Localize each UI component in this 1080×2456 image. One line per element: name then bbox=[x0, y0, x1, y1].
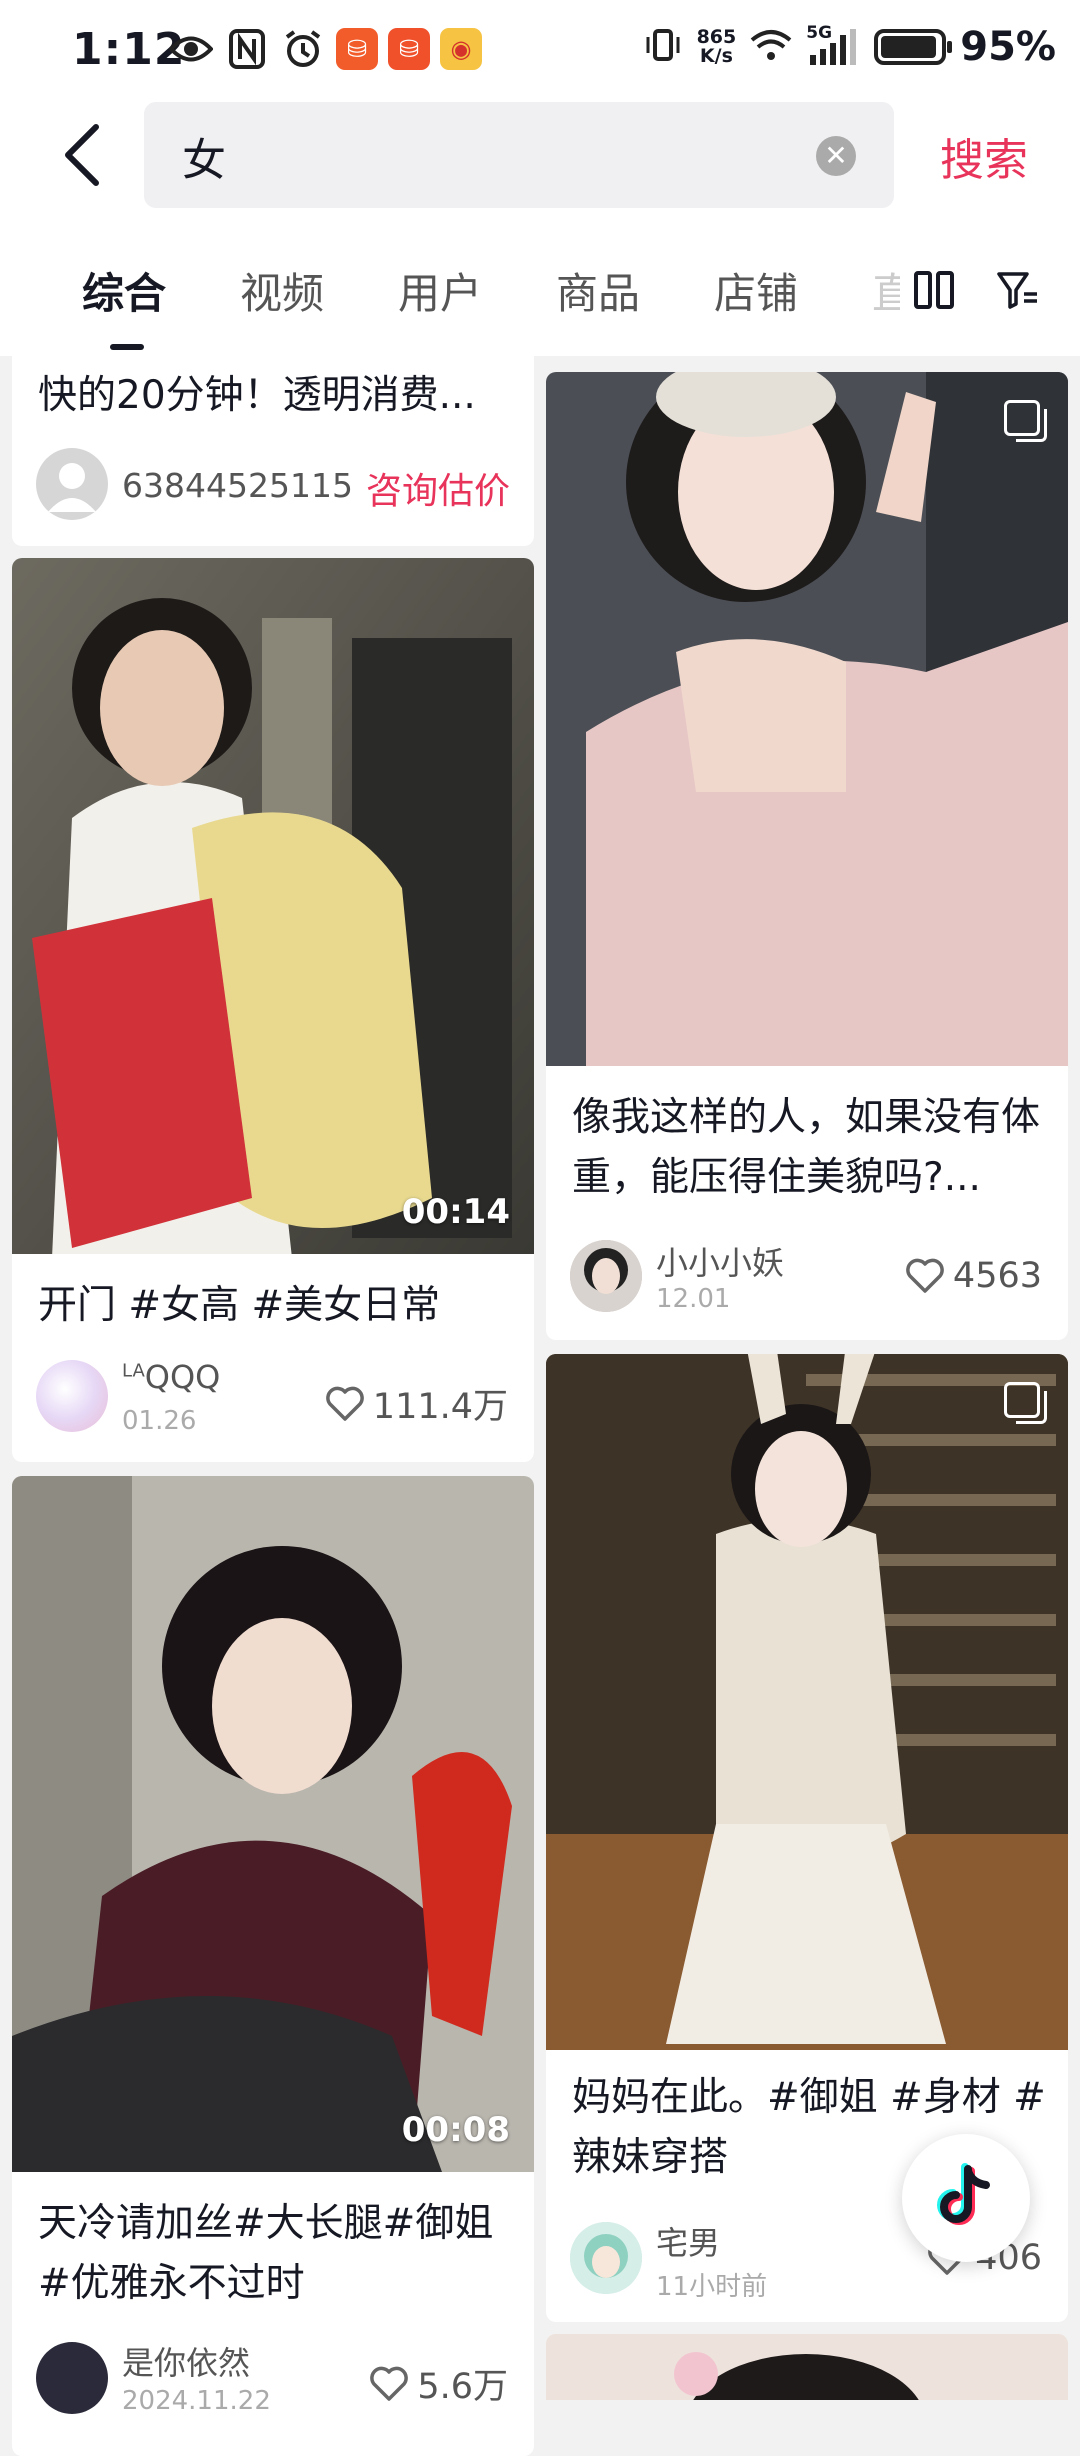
active-tab-indicator bbox=[110, 344, 144, 350]
card-title: 开门 #女高 #美女日常 bbox=[38, 1283, 441, 1328]
card-title: 天冷请加丝#大长腿#御姐#优雅永不过时 bbox=[38, 2201, 494, 2306]
battery-percent: 95% bbox=[960, 24, 1056, 70]
avatar[interactable] bbox=[36, 448, 108, 520]
feed-card-ad[interactable]: 快的20分钟！透明消费... 63844525115 咨询估价 bbox=[12, 356, 534, 546]
video-thumbnail[interactable]: 00:14 bbox=[12, 558, 534, 1254]
heart-icon bbox=[906, 1258, 944, 1293]
video-duration: 00:08 bbox=[401, 2110, 510, 2150]
like-count: 4563 bbox=[952, 1256, 1042, 1296]
avatar[interactable] bbox=[570, 2222, 642, 2294]
tab-general[interactable]: 综合 bbox=[82, 260, 166, 321]
wifi-icon bbox=[750, 28, 792, 66]
filter-icon bbox=[997, 272, 1037, 309]
status-bar: 1:12 ⛁ ⛁ ◉ 865 K/s 5G 95% bbox=[0, 0, 1080, 100]
card-date: 11小时前 bbox=[656, 2272, 768, 2302]
video-duration: 00:14 bbox=[401, 1192, 510, 1232]
avatar[interactable] bbox=[36, 2342, 108, 2414]
search-tabs: 综合 视频 用户 商品 店铺 直 bbox=[0, 210, 1080, 356]
search-header: ✕ 搜索 bbox=[0, 100, 1080, 210]
search-submit-button[interactable]: 搜索 bbox=[940, 124, 1028, 188]
avatar[interactable] bbox=[36, 1360, 108, 1432]
like-button[interactable]: 5.6万 bbox=[369, 2358, 508, 2409]
avatar[interactable] bbox=[570, 1240, 642, 1312]
eye-icon bbox=[168, 26, 214, 72]
card-title: 像我这样的人，如果没有体重，能压得住美貌吗?... bbox=[572, 1095, 1041, 1200]
like-count: 111.4万 bbox=[372, 1387, 508, 1427]
heart-icon bbox=[370, 2366, 409, 2401]
card-author[interactable]: LAQQQ bbox=[122, 1358, 220, 1396]
feed-card-video[interactable]: 00:08 天冷请加丝#大长腿#御姐#优雅永不过时 是你依然 2024.11.2… bbox=[12, 1476, 534, 2456]
douyin-float-button[interactable] bbox=[902, 2134, 1030, 2262]
card-author[interactable]: 63844525115 bbox=[122, 466, 353, 505]
feed-card-video[interactable]: 00:14 开门 #女高 #美女日常 LAQQQ 01.26 111.4万 bbox=[12, 558, 534, 1462]
status-notification-icons: ⛁ ⛁ ◉ bbox=[168, 26, 482, 72]
tab-videos[interactable]: 视频 bbox=[240, 260, 324, 321]
battery-icon bbox=[874, 29, 953, 65]
nfc-icon bbox=[224, 26, 270, 72]
image-thumbnail[interactable] bbox=[546, 372, 1068, 1066]
search-input[interactable] bbox=[180, 102, 744, 210]
back-button[interactable] bbox=[52, 120, 112, 190]
multi-image-icon bbox=[1004, 1382, 1047, 1424]
weibo-icon: ◉ bbox=[440, 28, 482, 70]
card-author[interactable]: 宅男 bbox=[656, 2218, 720, 2264]
like-count: 5.6万 bbox=[417, 2367, 508, 2407]
vibrate-icon bbox=[643, 25, 683, 69]
image-thumbnail[interactable] bbox=[546, 1354, 1068, 2050]
card-author[interactable]: 是你依然 bbox=[122, 2338, 250, 2384]
heart-icon bbox=[326, 1386, 364, 1421]
feed-card-gallery[interactable]: 像我这样的人，如果没有体重，能压得住美貌吗?... 小小小妖 12.01 456… bbox=[546, 372, 1068, 1340]
multi-image-icon bbox=[1004, 400, 1047, 442]
tab-products[interactable]: 商品 bbox=[556, 260, 640, 321]
image-thumbnail[interactable] bbox=[546, 2334, 1068, 2400]
consult-button[interactable]: 咨询估价 bbox=[366, 462, 510, 514]
tab-overflow[interactable]: 直 bbox=[872, 260, 900, 321]
clear-icon[interactable]: ✕ bbox=[816, 136, 856, 176]
video-thumbnail[interactable]: 00:08 bbox=[12, 1476, 534, 2172]
layout-toggle-button[interactable] bbox=[906, 262, 962, 318]
net-speed: 865 K/s bbox=[696, 26, 737, 67]
alarm-icon bbox=[280, 26, 326, 72]
douyin-logo-icon bbox=[937, 2163, 990, 2225]
back-arrow-icon bbox=[65, 124, 99, 186]
card-author[interactable]: 小小小妖 bbox=[656, 1238, 784, 1284]
card-date: 2024.11.22 bbox=[122, 2386, 271, 2416]
like-button[interactable]: 111.4万 bbox=[325, 1378, 508, 1429]
tab-shops[interactable]: 店铺 bbox=[714, 260, 798, 321]
tab-users[interactable]: 用户 bbox=[398, 260, 482, 321]
app-notification-icon: ⛁ bbox=[336, 28, 378, 70]
card-title: 快的20分钟！透明消费... bbox=[38, 373, 476, 418]
card-date: 01.26 bbox=[122, 1406, 197, 1436]
filter-button[interactable] bbox=[990, 262, 1046, 318]
card-date: 12.01 bbox=[656, 1284, 731, 1314]
feed-card-gallery[interactable] bbox=[546, 2334, 1068, 2400]
layout-toggle-icon bbox=[914, 271, 954, 309]
app-notification-icon: ⛁ bbox=[388, 28, 430, 70]
search-box[interactable]: ✕ bbox=[144, 102, 894, 210]
cellular-signal-icon: 5G bbox=[806, 23, 860, 67]
like-button[interactable]: 4563 bbox=[905, 1256, 1042, 1296]
